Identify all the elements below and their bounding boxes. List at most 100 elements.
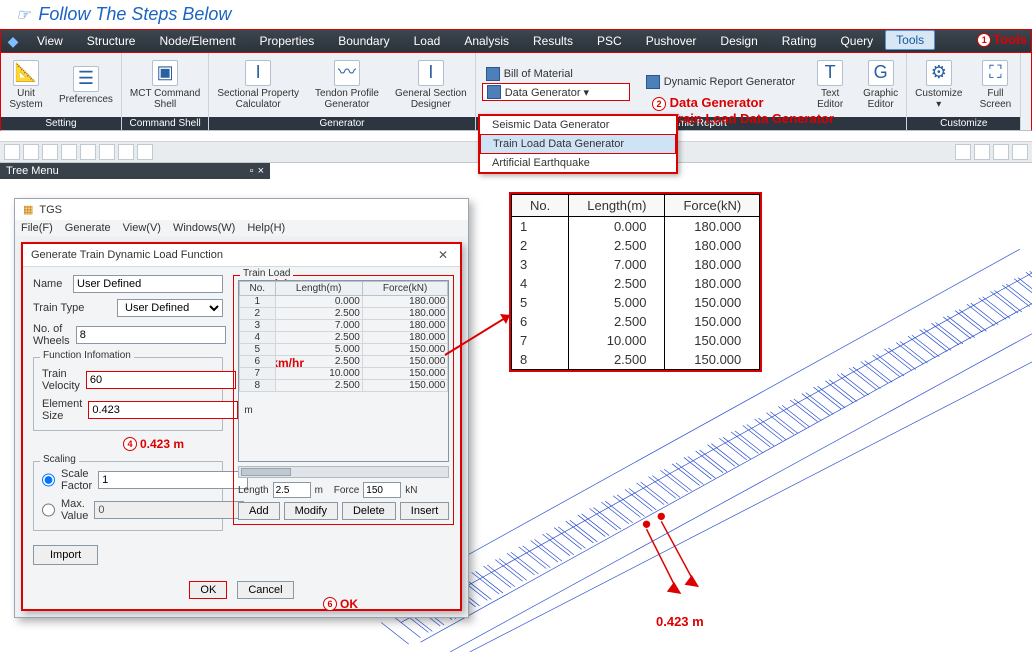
table-row[interactable]: 55.000150.000 xyxy=(240,344,448,356)
tool-icon[interactable] xyxy=(1012,144,1028,160)
table-row[interactable]: 42.500180.000 xyxy=(240,332,448,344)
element-size-label: Element Size xyxy=(42,398,82,422)
menu-tools[interactable]: Tools xyxy=(885,30,935,50)
insert-button[interactable]: Insert xyxy=(400,502,450,520)
dropdown-item[interactable]: Artificial Earthquake xyxy=(480,154,676,172)
import-button[interactable]: Import xyxy=(33,545,98,565)
dropdown-item[interactable]: Train Load Data Generator xyxy=(480,134,676,154)
ribbon-group-label: Setting xyxy=(1,117,121,130)
menu-properties[interactable]: Properties xyxy=(248,29,327,53)
name-label: Name xyxy=(33,278,67,290)
tgs-menu-item[interactable]: Windows(W) xyxy=(173,222,235,234)
tool-icon[interactable] xyxy=(80,144,96,160)
annotation-step4: 40.423 m xyxy=(123,437,223,451)
modify-button[interactable]: Modify xyxy=(284,502,338,520)
h-scrollbar[interactable] xyxy=(238,466,449,478)
ribbon-small-icon xyxy=(487,85,501,99)
cancel-button[interactable]: Cancel xyxy=(237,581,293,599)
close-icon[interactable]: ✕ xyxy=(434,248,452,262)
tool-icon[interactable] xyxy=(118,144,134,160)
menu-boundary[interactable]: Boundary xyxy=(326,29,401,53)
ribbon-row[interactable]: Data Generator ▾ xyxy=(482,83,630,101)
ribbon-sectionalproperty-button[interactable]: ISectional PropertyCalculator xyxy=(209,58,307,112)
app-logo-icon: ◆ xyxy=(1,29,25,53)
ribbon-generalsection-button[interactable]: IGeneral SectionDesigner xyxy=(387,58,475,112)
table-row[interactable]: 10.000180.000 xyxy=(240,296,448,308)
menu-structure[interactable]: Structure xyxy=(75,29,148,53)
menu-psc[interactable]: PSC xyxy=(585,29,634,53)
ribbon-row[interactable]: Bill of Material xyxy=(482,66,630,82)
tool-icon[interactable] xyxy=(61,144,77,160)
table-row[interactable]: 82.500150.000 xyxy=(240,380,448,392)
table-row[interactable]: 37.000180.000 xyxy=(240,320,448,332)
train-type-select[interactable]: User Defined xyxy=(117,299,223,317)
tgs-menu-item[interactable]: View(V) xyxy=(123,222,161,234)
max-value-radio[interactable] xyxy=(42,501,55,519)
table-row[interactable]: 710.000150.000 xyxy=(240,368,448,380)
table-row: 37.000180.000 xyxy=(512,255,760,274)
table-row[interactable]: 22.500180.000 xyxy=(240,308,448,320)
scale-factor-radio[interactable] xyxy=(42,471,55,489)
page-title: ☞ Follow The Steps Below xyxy=(0,0,1032,29)
element-size-input[interactable] xyxy=(88,401,238,419)
menu-pushover[interactable]: Pushover xyxy=(634,29,709,53)
name-input[interactable] xyxy=(73,275,223,293)
train-load-group: Train Load No.Length(m)Force(kN) 10.0001… xyxy=(233,275,454,525)
tgs-menu-item[interactable]: File(F) xyxy=(21,222,53,234)
ok-button[interactable]: OK xyxy=(189,581,227,599)
col-no: No. xyxy=(512,195,569,217)
ribbon-full-button[interactable]: ⛶FullScreen xyxy=(970,58,1020,112)
tgs-menu-bar[interactable]: File(F) Generate View(V) Windows(W) Help(H) xyxy=(15,220,468,236)
train-load-zoom-table: No. Length(m) Force(kN) 10.000180.00022.… xyxy=(509,192,762,372)
scaling-group: Scaling Scale Factor Max. Value kN xyxy=(33,461,223,531)
dialog-title: Generate Train Dynamic Load Function xyxy=(31,249,223,261)
length-input[interactable] xyxy=(273,482,311,498)
menu-design[interactable]: Design xyxy=(708,29,769,53)
tgs-menu-item[interactable]: Generate xyxy=(65,222,111,234)
ribbon-customize-button[interactable]: ⚙Customize▾ xyxy=(907,58,970,112)
tool-icon[interactable] xyxy=(137,144,153,160)
tool-icon[interactable] xyxy=(23,144,39,160)
max-value-input xyxy=(94,501,244,519)
dropdown-item[interactable]: Seismic Data Generator xyxy=(480,116,676,134)
ribbon-preferences-button[interactable]: ☰Preferences xyxy=(51,64,121,107)
ribbon-row xyxy=(482,102,630,104)
data-generator-dropdown[interactable]: Seismic Data GeneratorTrain Load Data Ge… xyxy=(478,114,678,174)
table-row: 10.000180.000 xyxy=(512,217,760,237)
menu-view[interactable]: View xyxy=(25,29,75,53)
menu-rating[interactable]: Rating xyxy=(770,29,829,53)
train-type-label: Train Type xyxy=(33,302,111,314)
velocity-label: Train Velocity xyxy=(42,368,80,392)
tool-icon[interactable] xyxy=(955,144,971,160)
tool-icon[interactable] xyxy=(42,144,58,160)
annotation-step1: 1Tools xyxy=(977,32,1027,47)
page-title-text: Follow The Steps Below xyxy=(38,4,231,25)
train-load-table[interactable]: No.Length(m)Force(kN) 10.000180.00022.50… xyxy=(238,280,449,462)
ribbon-row[interactable]: Dynamic Report Generator xyxy=(642,74,799,90)
ribbon-graphic-button[interactable]: GGraphicEditor xyxy=(855,58,906,112)
col-force: Force(kN) xyxy=(665,195,760,217)
ribbon-unit-button[interactable]: 📐UnitSystem xyxy=(1,58,51,112)
annotation-step2: 2 Data Generator - Train Load Data Gener… xyxy=(652,95,834,127)
add-button[interactable]: Add xyxy=(238,502,280,520)
delete-button[interactable]: Delete xyxy=(342,502,396,520)
wheels-input[interactable] xyxy=(76,326,226,344)
max-value-label: Max. Value xyxy=(61,498,88,522)
tool-icon[interactable] xyxy=(993,144,1009,160)
scale-factor-input[interactable] xyxy=(98,471,248,489)
tool-icon[interactable] xyxy=(99,144,115,160)
menu-nodeelement[interactable]: Node/Element xyxy=(147,29,247,53)
menu-query[interactable]: Query xyxy=(828,29,885,53)
table-row[interactable]: 62.500150.000 xyxy=(240,356,448,368)
menu-load[interactable]: Load xyxy=(402,29,453,53)
ribbon-tendonprofile-button[interactable]: 〰Tendon ProfileGenerator xyxy=(307,58,387,112)
menu-analysis[interactable]: Analysis xyxy=(452,29,521,53)
tool-icon[interactable] xyxy=(974,144,990,160)
tool-icon[interactable] xyxy=(4,144,20,160)
force-input[interactable] xyxy=(363,482,401,498)
velocity-input[interactable] xyxy=(86,371,236,389)
tgs-menu-item[interactable]: Help(H) xyxy=(247,222,285,234)
menu-results[interactable]: Results xyxy=(521,29,585,53)
tgs-window: ▦ TGS File(F)GenerateView(V)Windows(W)He… xyxy=(14,198,469,618)
ribbon-mctcommand-button[interactable]: ▣MCT CommandShell xyxy=(122,58,208,112)
